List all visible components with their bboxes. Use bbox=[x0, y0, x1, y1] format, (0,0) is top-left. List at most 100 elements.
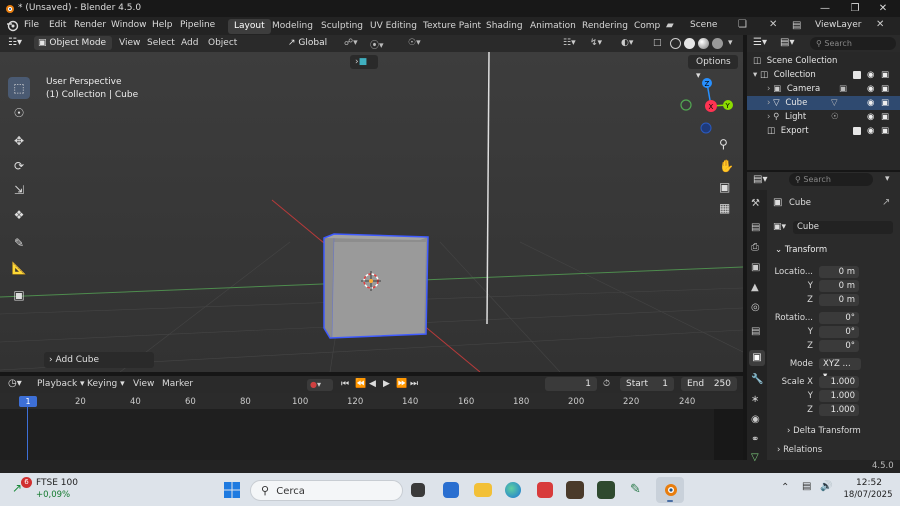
mode-dropdown[interactable]: ▣ Object Mode ▾ bbox=[34, 36, 112, 62]
eye-icon[interactable]: ◉ bbox=[867, 68, 874, 82]
windows-start-icon[interactable] bbox=[224, 482, 240, 498]
properties-search[interactable]: ⚲ Search bbox=[789, 173, 873, 186]
object-datablock-icon[interactable]: ▣▾ bbox=[773, 222, 786, 232]
camera-data-icon[interactable]: ▣ bbox=[839, 82, 847, 96]
tab-sculpting[interactable]: Sculpting bbox=[315, 19, 369, 34]
jump-end-icon[interactable]: ⏭ bbox=[410, 379, 418, 389]
view-layer-icon[interactable]: ▤ bbox=[792, 20, 801, 31]
view-layer-tab-icon[interactable]: ▣ bbox=[751, 262, 760, 273]
xray-icon[interactable]: □ bbox=[653, 38, 662, 48]
tab-compositing[interactable]: Compo bbox=[628, 19, 660, 34]
properties-options-chevron-icon[interactable]: ▾ bbox=[885, 174, 890, 184]
tool-tab-icon[interactable]: ⚒ bbox=[751, 198, 760, 209]
tab-modeling[interactable]: Modeling bbox=[266, 19, 319, 34]
annotate-tool[interactable]: ✎ bbox=[8, 232, 30, 254]
light-data-icon[interactable]: ☉ bbox=[831, 110, 839, 124]
eye-icon[interactable]: ◉ bbox=[867, 110, 874, 124]
physics-tab-icon[interactable]: ◉ bbox=[751, 414, 760, 425]
blender-taskbar-icon[interactable] bbox=[656, 477, 684, 503]
select-box-tool[interactable]: ⬚ bbox=[8, 77, 30, 99]
location-y-field[interactable]: 0 m bbox=[819, 280, 859, 292]
menu-help[interactable]: Help bbox=[152, 20, 173, 30]
network-icon[interactable]: ▤ bbox=[802, 481, 811, 492]
play-icon[interactable]: ▶ bbox=[383, 379, 390, 389]
rotation-x-field[interactable]: 0° bbox=[819, 312, 859, 324]
outliner-item-camera[interactable]: › ▣ Camera ▣ ◉ ▣ bbox=[747, 82, 900, 96]
outliner-item-scene-collection[interactable]: ◫ Scene Collection bbox=[747, 54, 900, 68]
transform-orientation-dropdown[interactable]: ↗ Global ▾ bbox=[284, 36, 338, 62]
exclude-checkbox[interactable] bbox=[853, 71, 861, 79]
menu-view[interactable]: View bbox=[119, 38, 140, 48]
shading-options-chevron-icon[interactable]: ▾ bbox=[728, 38, 733, 48]
outliner-item-light[interactable]: › ⚲ Light ☉ ◉ ▣ bbox=[747, 110, 900, 124]
scale-x-field[interactable]: 1.000 bbox=[819, 376, 859, 388]
menu-edit[interactable]: Edit bbox=[49, 20, 66, 30]
area-divider[interactable] bbox=[743, 35, 747, 460]
rotation-y-field[interactable]: 0° bbox=[819, 326, 859, 338]
scene-browse-icon[interactable]: ❏ bbox=[738, 19, 747, 30]
shading-wireframe-icon[interactable] bbox=[670, 38, 681, 49]
outliner-search[interactable]: ⚲ Search bbox=[810, 37, 896, 50]
jump-keyframe-back-icon[interactable]: ⏪ bbox=[355, 379, 366, 389]
tab-texture-paint[interactable]: Texture Paint bbox=[417, 19, 487, 34]
toggle-projection-icon[interactable]: ▦ bbox=[719, 201, 730, 215]
chevron-right-icon[interactable]: › bbox=[767, 112, 770, 122]
relations-panel-header[interactable]: › Relations bbox=[777, 445, 822, 455]
menu-file[interactable]: File bbox=[24, 20, 39, 30]
render-camera-icon[interactable]: ▣ bbox=[881, 110, 889, 124]
data-tab-icon[interactable]: ▽ bbox=[751, 452, 759, 463]
output-tab-icon[interactable]: ⎙ bbox=[751, 242, 759, 253]
outliner-item-export[interactable]: ◫ Export ◉ ▣ bbox=[747, 124, 900, 138]
delta-transform-panel-header[interactable]: › Delta Transform bbox=[787, 426, 861, 436]
menu-keying[interactable]: Keying ▾ bbox=[87, 379, 125, 389]
taskbar-search[interactable]: ⚲ Cerca bbox=[250, 480, 403, 501]
location-z-field[interactable]: 0 m bbox=[819, 294, 859, 306]
tab-shading[interactable]: Shading bbox=[480, 19, 529, 34]
stopwatch-icon[interactable]: ⏱ bbox=[603, 379, 610, 389]
render-camera-icon[interactable]: ▣ bbox=[881, 68, 889, 82]
menu-render[interactable]: Render bbox=[74, 20, 106, 30]
pen-app-icon[interactable]: ✎ bbox=[630, 482, 646, 498]
chevron-right-icon[interactable]: › bbox=[767, 98, 770, 108]
pivot-icon[interactable]: ☍▾ bbox=[344, 38, 358, 48]
menu-add[interactable]: Add bbox=[181, 38, 198, 48]
game-app-2-icon[interactable] bbox=[597, 481, 615, 499]
outliner-item-cube[interactable]: › ▽ Cube ▽ ◉ ▣ bbox=[747, 96, 900, 110]
shading-rendered-icon[interactable] bbox=[712, 38, 723, 49]
scale-y-field[interactable]: 1.000 bbox=[819, 390, 859, 402]
scale-tool[interactable]: ⇲ bbox=[8, 179, 30, 201]
volume-icon[interactable]: 🔊 bbox=[820, 481, 832, 492]
playhead-frame-label[interactable]: 1 bbox=[19, 396, 37, 407]
jump-start-icon[interactable]: ⏮ bbox=[341, 379, 349, 389]
collection-tab-icon[interactable]: ▤ bbox=[751, 326, 760, 337]
rotate-tool[interactable]: ⟳ bbox=[8, 155, 30, 177]
blender-menu-icon[interactable] bbox=[6, 19, 19, 35]
scene-name[interactable]: Scene bbox=[690, 20, 717, 30]
last-operator-panel[interactable]: › Add Cube bbox=[44, 352, 154, 368]
add-cube-tool[interactable]: ▣ bbox=[8, 284, 30, 306]
maximize-button[interactable]: ❐ bbox=[840, 0, 870, 17]
render-camera-icon[interactable]: ▣ bbox=[881, 82, 889, 96]
snap-icon[interactable]: ⦿▾ bbox=[370, 38, 384, 51]
editor-type-icon[interactable]: ☷▾ bbox=[8, 37, 22, 48]
properties-editor[interactable]: ▤▾ ⚲ Search ▾ ▣ Cube ↗ ▣▾ Cube ⌄ Transfo… bbox=[747, 172, 900, 460]
menu-playback[interactable]: Playback ▾ bbox=[37, 379, 85, 389]
minimize-button[interactable]: — bbox=[810, 0, 840, 17]
measure-tool[interactable]: 📐 bbox=[8, 257, 30, 279]
transform-tool[interactable]: ❖ bbox=[8, 204, 30, 226]
outliner-item-collection[interactable]: ▾ ◫ Collection ◉ ▣ bbox=[747, 68, 900, 82]
eye-icon[interactable]: ◉ bbox=[867, 82, 874, 96]
menu-marker[interactable]: Marker bbox=[162, 379, 193, 389]
menu-select[interactable]: Select bbox=[147, 38, 175, 48]
scale-z-field[interactable]: 1.000 bbox=[819, 404, 859, 416]
outliner-editor-icon[interactable]: ☰▾ bbox=[753, 37, 767, 48]
stock-name[interactable]: FTSE 100 bbox=[36, 478, 78, 488]
pan-hand-icon[interactable]: ✋ bbox=[719, 159, 734, 173]
world-tab-icon[interactable]: ◎ bbox=[751, 302, 760, 313]
rotation-z-field[interactable]: 0° bbox=[819, 340, 859, 352]
render-camera-icon[interactable]: ▣ bbox=[881, 124, 889, 138]
record-button[interactable]: ●▾ bbox=[307, 379, 333, 391]
clock-date[interactable]: 18/07/2025 bbox=[840, 490, 896, 500]
options-button[interactable]: Options ▾ bbox=[688, 55, 738, 81]
proportional-edit-icon[interactable]: ☉▾ bbox=[408, 38, 421, 48]
